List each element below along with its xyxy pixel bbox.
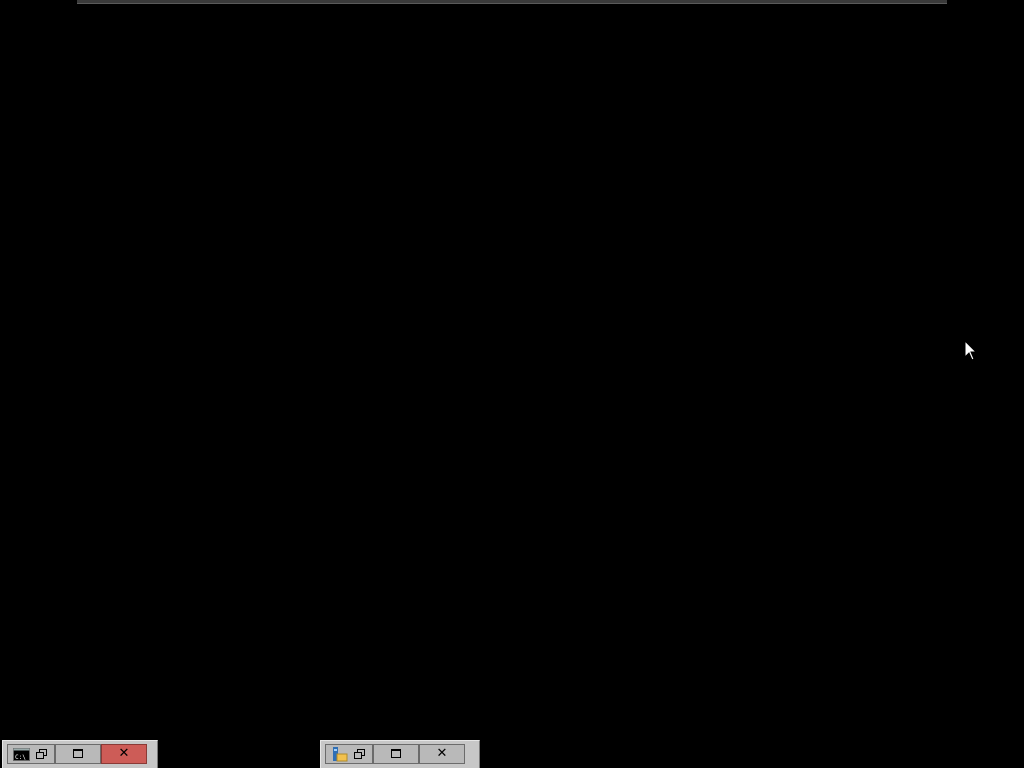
close-button[interactable]: ✕ xyxy=(419,743,465,764)
mouse-pointer-icon xyxy=(964,340,978,361)
restore-icon xyxy=(354,749,365,759)
minimized-window-command-prompt[interactable]: C:\ ✕ xyxy=(2,740,158,768)
maximize-button[interactable] xyxy=(55,743,101,764)
maximize-icon xyxy=(391,749,401,758)
restore-icon xyxy=(36,749,47,759)
close-button[interactable]: ✕ xyxy=(101,743,147,764)
maximized-window-edge xyxy=(77,0,947,4)
restore-button[interactable]: C:\ xyxy=(7,743,55,764)
minimized-window-file-explorer[interactable]: ✕ xyxy=(320,740,480,768)
maximize-button[interactable] xyxy=(373,743,419,764)
maximize-icon xyxy=(73,749,83,758)
folder-icon xyxy=(333,746,348,761)
restore-button[interactable] xyxy=(325,743,373,764)
command-prompt-icon-text: C:\ xyxy=(15,754,26,761)
desktop[interactable]: C:\ ✕ ✕ xyxy=(0,0,1024,768)
close-icon: ✕ xyxy=(118,746,130,761)
close-icon: ✕ xyxy=(436,746,448,761)
command-prompt-icon: C:\ xyxy=(13,747,30,761)
